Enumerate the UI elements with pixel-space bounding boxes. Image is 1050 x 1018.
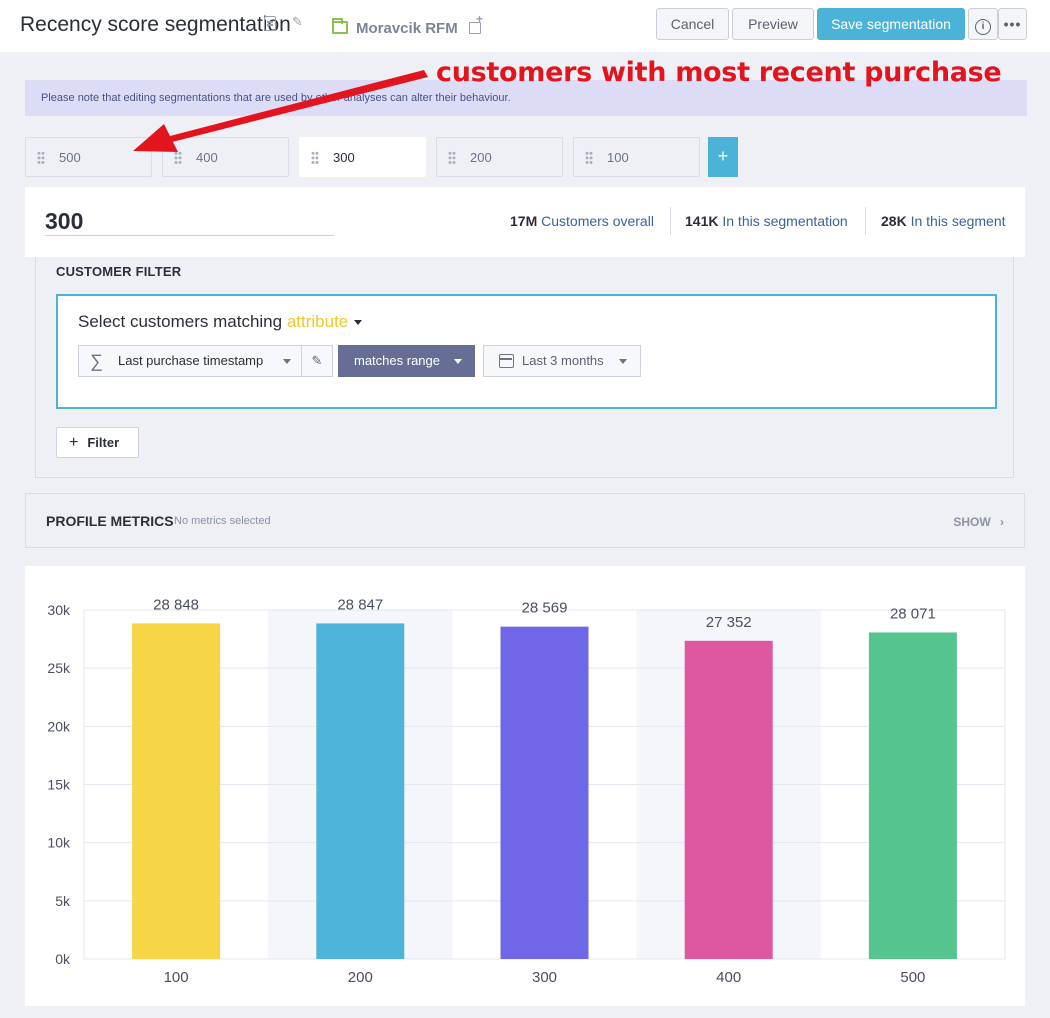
drag-handle-icon[interactable] bbox=[448, 151, 456, 165]
profile-metrics-title: PROFILE METRICS bbox=[46, 513, 174, 529]
stat-label: Customers overall bbox=[541, 213, 654, 229]
match-type[interactable]: attribute bbox=[287, 312, 348, 331]
match-prefix: Select customers matching bbox=[78, 312, 283, 331]
bar-500 bbox=[868, 632, 957, 959]
stat-value: 141K bbox=[685, 213, 719, 229]
date-range-label: Last 3 months bbox=[522, 353, 604, 368]
customer-filter-heading: CUSTOMER FILTER bbox=[56, 264, 182, 279]
add-segment-button[interactable]: + bbox=[708, 137, 738, 177]
x-tick-label: 400 bbox=[716, 969, 741, 986]
bar-value-label: 28 848 bbox=[153, 596, 199, 613]
caret-down-icon bbox=[454, 359, 462, 364]
cancel-button[interactable]: Cancel bbox=[656, 8, 729, 40]
show-label: SHOW bbox=[953, 515, 991, 529]
bar-100 bbox=[132, 623, 221, 959]
edit-attribute-button[interactable]: ✎ bbox=[301, 345, 333, 377]
y-tick-label: 15k bbox=[47, 777, 71, 793]
save-segmentation-button[interactable]: Save segmentation bbox=[817, 8, 965, 40]
x-tick-label: 500 bbox=[900, 969, 925, 986]
bar-value-label: 28 071 bbox=[890, 605, 936, 622]
bar-200 bbox=[316, 623, 405, 959]
segment-tab-label: 200 bbox=[470, 150, 492, 165]
stat-customers-overall: 17M Customers overall bbox=[510, 213, 654, 229]
caret-down-icon bbox=[283, 359, 291, 364]
stat-value: 17M bbox=[510, 213, 538, 229]
caret-down-icon bbox=[619, 359, 627, 364]
drag-handle-icon[interactable] bbox=[37, 151, 45, 165]
calendar-icon bbox=[499, 354, 514, 368]
stat-value: 28K bbox=[881, 213, 907, 229]
y-tick-label: 30k bbox=[47, 602, 71, 618]
add-filter-label: Filter bbox=[87, 435, 120, 450]
segment-tab-label: 500 bbox=[59, 150, 81, 165]
segment-tab-500[interactable]: 500 bbox=[25, 137, 152, 177]
plus-icon: + bbox=[69, 434, 79, 451]
operator-label: matches range bbox=[354, 353, 440, 368]
document-icon[interactable] bbox=[264, 16, 276, 31]
y-tick-label: 5k bbox=[55, 893, 71, 909]
add-filter-button[interactable]: + Filter bbox=[56, 427, 139, 458]
preview-button[interactable]: Preview bbox=[732, 8, 814, 40]
stat-divider bbox=[670, 207, 671, 235]
segment-tab-label: 400 bbox=[196, 150, 218, 165]
match-type-selector[interactable]: Select customers matching attribute bbox=[78, 312, 363, 332]
x-tick-label: 200 bbox=[348, 969, 373, 986]
operator-dropdown[interactable]: matches range bbox=[338, 345, 475, 377]
folder-link[interactable]: Moravcik RFM bbox=[356, 20, 458, 37]
folder-icon bbox=[332, 18, 348, 34]
bar-300 bbox=[500, 626, 589, 959]
more-options-button[interactable]: ••• bbox=[998, 8, 1027, 40]
x-tick-label: 100 bbox=[164, 969, 189, 986]
share-icon[interactable] bbox=[469, 12, 483, 34]
segment-summary: 300 17M Customers overall 141K In this s… bbox=[25, 187, 1025, 257]
segment-size-chart: 0k 5k 10k 15k 20k 25k 30k 28 848 100 28 847 200 28 … bbox=[25, 566, 1025, 1006]
y-tick-label: 0k bbox=[55, 951, 71, 967]
info-button[interactable]: i bbox=[968, 8, 998, 40]
pencil-icon[interactable]: ✎ bbox=[292, 14, 303, 30]
attribute-dropdown[interactable]: ∑ Last purchase timestamp bbox=[78, 345, 302, 377]
sigma-icon: ∑ bbox=[90, 351, 103, 371]
y-tick-label: 25k bbox=[47, 660, 71, 676]
x-tick-label: 300 bbox=[532, 969, 557, 986]
bar-value-label: 28 569 bbox=[522, 600, 568, 617]
attribute-label: Last purchase timestamp bbox=[118, 353, 264, 368]
bar-value-label: 27 352 bbox=[706, 614, 752, 631]
customer-filter-panel: CUSTOMER FILTER Select customers matchin… bbox=[35, 257, 1014, 478]
chevron-right-icon: › bbox=[1000, 515, 1004, 529]
segment-tab-label: 300 bbox=[333, 150, 355, 165]
segment-tab-200[interactable]: 200 bbox=[436, 137, 563, 177]
segment-tab-100[interactable]: 100 bbox=[573, 137, 700, 177]
segment-tab-400[interactable]: 400 bbox=[162, 137, 289, 177]
segment-tab-300[interactable]: 300 bbox=[299, 137, 426, 177]
caret-down-icon[interactable] bbox=[354, 320, 363, 326]
stat-in-segmentation: 141K In this segmentation bbox=[685, 213, 848, 229]
annotation-text: customers with most recent purchase bbox=[436, 57, 1002, 88]
bar-value-label: 28 847 bbox=[337, 596, 383, 613]
drag-handle-icon[interactable] bbox=[585, 151, 593, 165]
bar-chart: 0k 5k 10k 15k 20k 25k 30k 28 848 100 28 847 200 28 … bbox=[47, 596, 1006, 986]
show-metrics-toggle[interactable]: SHOW › bbox=[953, 515, 1004, 529]
stat-label: In this segmentation bbox=[722, 213, 848, 229]
profile-metrics-subtitle: No metrics selected bbox=[174, 515, 271, 527]
drag-handle-icon[interactable] bbox=[311, 151, 319, 165]
segment-name-input[interactable]: 300 bbox=[45, 208, 334, 236]
pencil-icon: ✎ bbox=[311, 353, 323, 368]
stat-divider bbox=[865, 207, 866, 235]
filter-condition-box: Select customers matching attribute ∑ La… bbox=[56, 294, 997, 409]
page-title: Recency score segmentation bbox=[20, 13, 291, 36]
profile-metrics-bar[interactable]: PROFILE METRICS No metrics selected SHOW… bbox=[25, 493, 1025, 548]
y-tick-label: 10k bbox=[47, 835, 71, 851]
info-icon: i bbox=[975, 19, 991, 35]
bar-400 bbox=[684, 640, 773, 959]
segment-tab-label: 100 bbox=[607, 150, 629, 165]
date-range-dropdown[interactable]: Last 3 months bbox=[483, 345, 641, 377]
top-bar: Recency score segmentation ✎ Moravcik RF… bbox=[0, 0, 1050, 52]
stat-in-segment: 28K In this segment bbox=[881, 213, 1006, 229]
stat-label: In this segment bbox=[910, 213, 1006, 229]
drag-handle-icon[interactable] bbox=[174, 151, 182, 165]
y-tick-label: 20k bbox=[47, 718, 71, 734]
